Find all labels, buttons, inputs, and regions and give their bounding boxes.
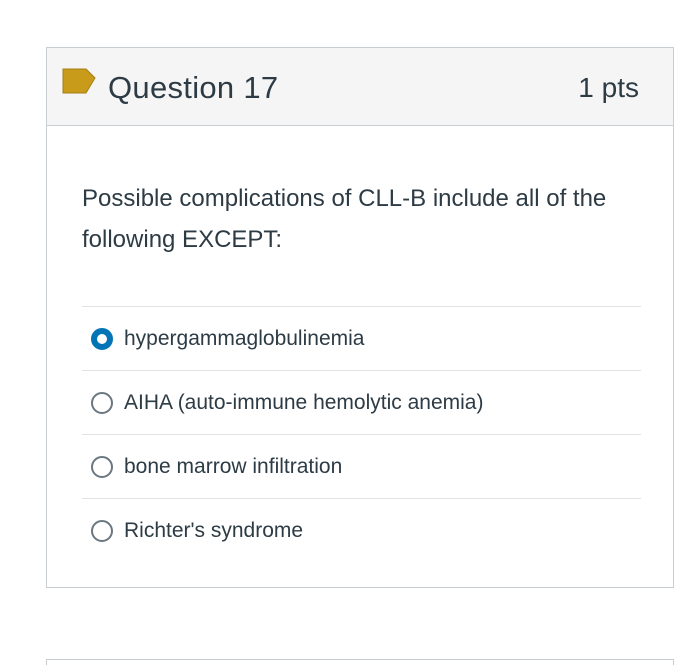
question-card: Question 17 1 pts Possible complications…: [46, 47, 674, 588]
next-question-card-edge: [46, 659, 674, 665]
question-text: Possible complications of CLL-B include …: [82, 185, 607, 253]
answer-label[interactable]: AIHA (auto-immune hemolytic anemia): [124, 389, 483, 417]
quiz-page: Question 17 1 pts Possible complications…: [0, 0, 700, 665]
question-body: Possible complications of CLL-B include …: [47, 178, 673, 563]
answer-option[interactable]: AIHA (auto-immune hemolytic anemia): [82, 371, 641, 435]
radio-button[interactable]: [91, 520, 113, 542]
answer-option[interactable]: hypergammaglobulinemia: [82, 307, 641, 371]
answer-option[interactable]: bone marrow infiltration: [82, 435, 641, 499]
radio-button[interactable]: [91, 455, 113, 478]
answer-option[interactable]: Richter's syndrome: [82, 499, 641, 563]
radio-button-selected[interactable]: [91, 327, 113, 350]
question-header: Question 17 1 pts: [47, 48, 673, 126]
question-title: Question 17: [108, 70, 279, 105]
flag-icon[interactable]: [62, 68, 96, 94]
answer-label[interactable]: Richter's syndrome: [124, 517, 303, 545]
radio-button[interactable]: [91, 391, 113, 414]
question-points: 1 pts: [578, 72, 639, 103]
answer-list: hypergammaglobulinemia AIHA (auto-immune…: [82, 306, 641, 563]
answer-label[interactable]: bone marrow infiltration: [124, 453, 342, 481]
answer-label[interactable]: hypergammaglobulinemia: [124, 325, 364, 353]
